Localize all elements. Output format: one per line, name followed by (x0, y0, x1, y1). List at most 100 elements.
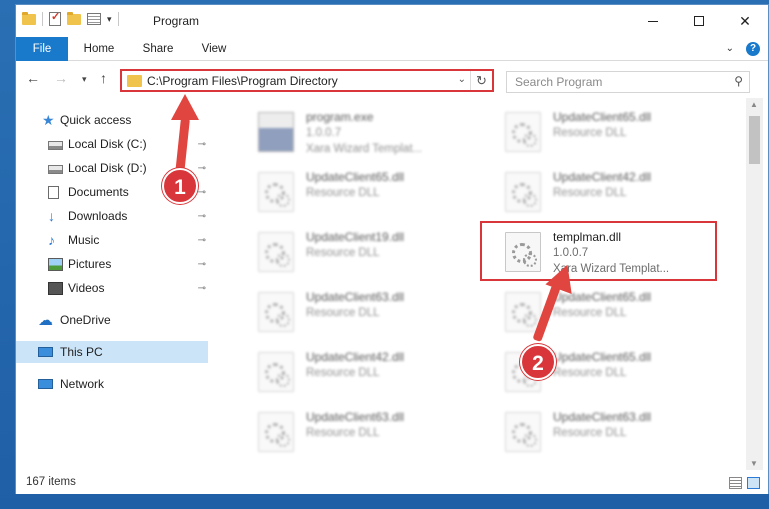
pin-icon: ⊸ (197, 162, 206, 174)
sidebar-item-label: Documents (68, 185, 129, 199)
up-button[interactable]: ↑ (100, 70, 107, 86)
sidebar-item-onedrive[interactable]: ☁ OneDrive (16, 309, 208, 331)
scroll-up-icon[interactable]: ▲ (750, 100, 758, 109)
file-name: UpdateClient65.dll (553, 110, 652, 124)
sidebar-item-downloads[interactable]: ↓ Downloads ⊸ (16, 205, 208, 227)
properties-check-icon[interactable] (49, 10, 61, 26)
disk-icon (48, 140, 63, 150)
file-description: Xara Wizard Templat... (306, 143, 423, 155)
file-name: UpdateClient63.dll (306, 410, 405, 424)
sidebar-item-label: Network (60, 377, 105, 391)
pictures-icon (48, 257, 63, 271)
sidebar-item-this-pc[interactable]: This PC (16, 341, 208, 363)
file-version: Resource DLL (553, 127, 627, 139)
tab-share[interactable]: Share (134, 37, 182, 61)
sidebar-item-label: Pictures (68, 257, 112, 271)
maximize-button[interactable] (676, 5, 722, 37)
dll-gear-icon (258, 232, 294, 272)
search-input[interactable]: Search Program (515, 75, 602, 89)
scroll-down-icon[interactable]: ▼ (750, 459, 758, 468)
sidebar-item-label: OneDrive (60, 313, 111, 327)
file-name: UpdateClient19.dll (306, 230, 405, 244)
navigation-bar: ← → ▾ ↑ C:\Program Files\Program Directo… (16, 62, 768, 98)
properties-icon[interactable] (87, 13, 101, 25)
file-item[interactable]: UpdateClient42.dll Resource DLL (238, 346, 478, 402)
dll-gear-icon (258, 352, 294, 392)
large-icons-view-icon[interactable] (747, 477, 760, 489)
pin-icon: ⊸ (197, 234, 206, 246)
file-name: UpdateClient65.dll (553, 350, 652, 364)
file-item[interactable]: UpdateClient63.dll Resource DLL (238, 406, 478, 462)
search-box[interactable]: Search Program ⚲ (506, 71, 750, 93)
file-version: Resource DLL (553, 367, 627, 379)
pin-icon: ⊸ (197, 282, 206, 294)
vertical-scrollbar[interactable]: ▲ ▼ (746, 98, 763, 470)
new-folder-icon[interactable] (67, 11, 81, 25)
divider (117, 12, 119, 26)
file-item[interactable]: UpdateClient63.dll Resource DLL (485, 406, 725, 462)
minimize-button[interactable] (630, 5, 676, 37)
expand-ribbon-icon[interactable]: ⌄ (726, 43, 734, 54)
documents-icon (48, 185, 59, 199)
dll-gear-icon (258, 292, 294, 332)
forward-button[interactable]: → (54, 70, 68, 86)
dll-gear-icon (258, 172, 294, 212)
sidebar-item-pictures[interactable]: Pictures ⊸ (16, 253, 208, 275)
maximize-icon (694, 16, 704, 26)
tab-view[interactable]: View (194, 37, 234, 61)
refresh-button[interactable]: ↻ (470, 71, 492, 90)
sidebar-item-network[interactable]: Network (16, 373, 208, 395)
dll-gear-icon (505, 172, 541, 212)
file-name: UpdateClient42.dll (553, 170, 652, 184)
details-view-icon[interactable] (729, 477, 742, 489)
customize-toolbar-dropdown-icon[interactable]: ▾ (107, 14, 112, 25)
status-bar: 167 items (16, 472, 768, 494)
file-version: Resource DLL (553, 187, 627, 199)
search-icon[interactable]: ⚲ (734, 74, 743, 88)
close-button[interactable]: ✕ (722, 5, 768, 37)
file-item[interactable]: UpdateClient42.dll Resource DLL (485, 166, 725, 222)
sidebar-item-videos[interactable]: Videos ⊸ (16, 277, 208, 299)
step-1-badge: 1 (162, 168, 198, 204)
address-bar[interactable]: C:\Program Files\Program Directory ⌄ ↻ (120, 69, 494, 92)
dll-gear-icon (258, 412, 294, 452)
tab-file[interactable]: File (16, 37, 68, 61)
address-dropdown-icon[interactable]: ⌄ (458, 74, 466, 85)
star-icon: ★ (42, 111, 55, 128)
file-item[interactable]: UpdateClient65.dll Resource DLL (485, 106, 725, 162)
scroll-thumb[interactable] (749, 116, 760, 164)
download-icon: ↓ (48, 207, 55, 224)
network-icon (38, 379, 53, 389)
minimize-icon (648, 20, 658, 22)
sidebar-item-label: Music (68, 233, 100, 247)
file-item[interactable]: UpdateClient19.dll Resource DLL (238, 226, 478, 282)
tab-home[interactable]: Home (72, 37, 126, 61)
ribbon-tabs: File Home Share View ⌄ ? (16, 37, 768, 61)
file-name: UpdateClient42.dll (306, 350, 405, 364)
back-button[interactable]: ← (26, 70, 40, 86)
sidebar-item-label: Local Disk (C:) (68, 137, 147, 151)
highlight-box (480, 221, 717, 281)
music-icon: ♪ (48, 231, 55, 248)
pin-icon: ⊸ (197, 138, 206, 150)
file-item[interactable]: UpdateClient63.dll Resource DLL (238, 286, 478, 342)
disk-icon (48, 164, 63, 174)
folder-icon (22, 11, 36, 25)
file-name: UpdateClient65.dll (306, 170, 405, 184)
address-path[interactable]: C:\Program Files\Program Directory (147, 74, 338, 88)
recent-locations-icon[interactable]: ▾ (82, 74, 87, 85)
sidebar-item-label: Videos (68, 281, 105, 295)
divider (42, 12, 43, 26)
file-version: Resource DLL (553, 307, 627, 319)
folder-icon (127, 75, 142, 87)
sidebar-item-music[interactable]: ♪ Music ⊸ (16, 229, 208, 251)
quick-access-toolbar: ▾ (22, 10, 119, 26)
help-icon[interactable]: ? (746, 42, 760, 56)
item-count: 167 items (26, 476, 76, 488)
file-item[interactable]: program.exe 1.0.0.7 Xara Wizard Templat... (238, 106, 478, 162)
pin-icon: ⊸ (197, 210, 206, 222)
file-item[interactable]: UpdateClient65.dll Resource DLL (485, 286, 725, 342)
file-item[interactable]: UpdateClient65.dll Resource DLL (238, 166, 478, 222)
dll-gear-icon (505, 112, 541, 152)
sidebar-item-label: Local Disk (D:) (68, 161, 147, 175)
